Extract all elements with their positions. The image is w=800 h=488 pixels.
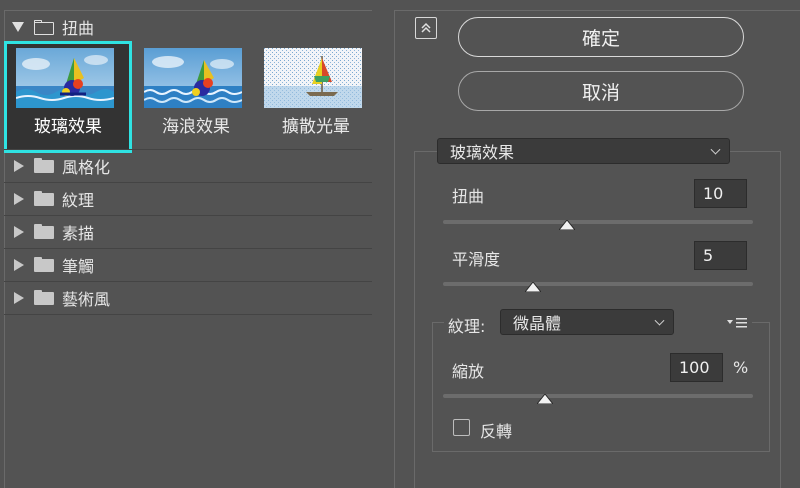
- ok-button[interactable]: 確定: [458, 17, 744, 57]
- scaling-unit: %: [733, 358, 749, 377]
- list-divider: [4, 314, 372, 315]
- folder-label: 紋理: [62, 190, 95, 210]
- folder-artistic[interactable]: 藝術風: [4, 281, 372, 313]
- folder-label: 扭曲: [62, 19, 95, 38]
- scaling-label: 縮放: [452, 362, 485, 381]
- chevron-down-icon: [654, 315, 665, 326]
- folder-brush-strokes[interactable]: 筆觸: [4, 248, 372, 280]
- thumbnail-label: 玻璃效果: [34, 117, 102, 137]
- folder-label: 風格化: [62, 157, 111, 177]
- folder-outline-icon: [34, 19, 54, 35]
- disclosure-closed-icon[interactable]: [14, 258, 24, 271]
- disclosure-closed-icon[interactable]: [14, 225, 24, 238]
- filter-select[interactable]: 玻璃效果: [437, 138, 730, 164]
- folder-label: 筆觸: [62, 256, 95, 276]
- thumbnail-glass[interactable]: 玻璃效果: [4, 41, 132, 153]
- thumbnail-diffuse-glow[interactable]: 擴散光暈: [252, 41, 380, 153]
- texture-label: 紋理:: [448, 317, 486, 336]
- glass-effect-thumbnail: [16, 48, 114, 108]
- folder-sketch[interactable]: 素描: [4, 215, 372, 247]
- folder-icon: [34, 224, 54, 239]
- distortion-input[interactable]: 10: [694, 179, 747, 208]
- folder-icon: [34, 257, 54, 272]
- folder-label: 藝術風: [62, 289, 111, 309]
- filter-select-value: 玻璃效果: [450, 143, 515, 162]
- folder-distort[interactable]: 扭曲: [4, 11, 372, 43]
- invert-label[interactable]: 反轉: [480, 418, 512, 442]
- ocean-ripple-thumbnail: [144, 48, 242, 108]
- thumbnail-ocean-ripple[interactable]: 海浪效果: [132, 41, 260, 153]
- distortion-label: 扭曲: [452, 187, 485, 206]
- folder-stylize[interactable]: 風格化: [4, 149, 372, 181]
- double-chevron-up-icon[interactable]: [415, 17, 437, 39]
- distortion-slider-track[interactable]: [443, 220, 753, 224]
- flyout-menu-icon[interactable]: [727, 316, 749, 330]
- disclosure-closed-icon[interactable]: [14, 291, 24, 304]
- disclosure-closed-icon[interactable]: [14, 159, 24, 172]
- texture-select[interactable]: 微晶體: [500, 309, 674, 335]
- scaling-input[interactable]: 100: [670, 353, 723, 382]
- scaling-slider-track[interactable]: [443, 394, 753, 398]
- texture-select-value: 微晶體: [513, 314, 562, 333]
- smoothness-label: 平滑度: [452, 250, 501, 269]
- folder-icon: [34, 290, 54, 305]
- group-border: [752, 322, 770, 323]
- folder-icon: [34, 158, 54, 173]
- cancel-button[interactable]: 取消: [458, 71, 744, 111]
- folder-icon: [34, 191, 54, 206]
- smoothness-slider-track[interactable]: [443, 282, 753, 286]
- thumbnail-label: 擴散光暈: [282, 117, 350, 137]
- disclosure-closed-icon[interactable]: [14, 192, 24, 205]
- group-border: [432, 322, 444, 323]
- thumbnail-label: 海浪效果: [162, 117, 230, 137]
- disclosure-open-icon[interactable]: [12, 22, 24, 32]
- diffuse-glow-thumbnail: [264, 48, 362, 108]
- invert-checkbox[interactable]: [453, 419, 470, 436]
- chevron-down-icon: [710, 144, 721, 155]
- folder-texture[interactable]: 紋理: [4, 182, 372, 214]
- smoothness-input[interactable]: 5: [694, 241, 747, 270]
- folder-label: 素描: [62, 223, 95, 243]
